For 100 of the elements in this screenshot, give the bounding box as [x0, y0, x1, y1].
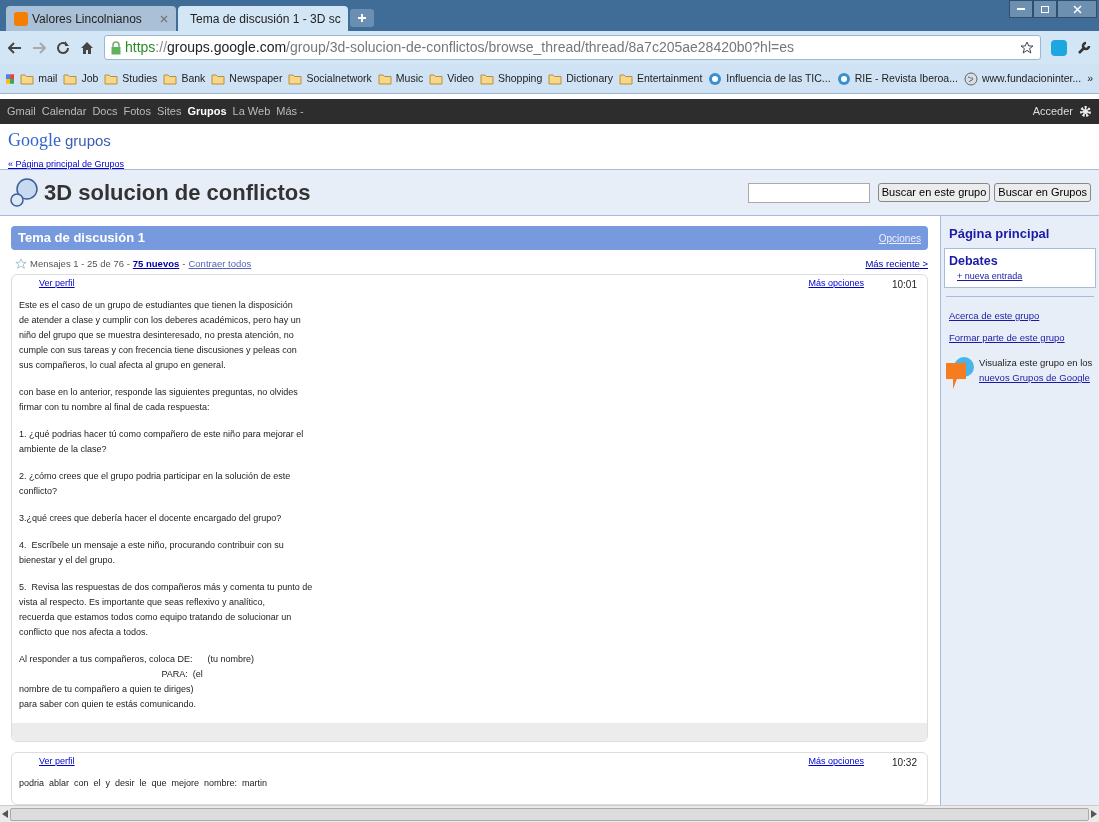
google-bar-link[interactable]: Docs: [92, 103, 118, 120]
search-button[interactable]: Buscar en este grupo: [877, 183, 991, 202]
folder-icon: [20, 72, 35, 85]
product-name: grupos: [65, 131, 111, 151]
google-bar-link[interactable]: La Web: [232, 103, 271, 120]
bookmark-item[interactable]: Influencia de las TIC...: [708, 70, 831, 87]
browser-tab[interactable]: Valores Lincolnianos: [6, 6, 176, 31]
new-groups-link[interactable]: nuevos Grupos de Google: [979, 370, 1093, 386]
plus-icon: [357, 13, 367, 23]
home-icon[interactable]: [80, 40, 94, 55]
bookmark-item[interactable]: Video: [429, 70, 474, 87]
google-bar-link[interactable]: Grupos: [187, 103, 227, 120]
folder-icon: [479, 72, 494, 85]
bookmark-item[interactable]: RIE - Revista Iberoa...: [836, 70, 958, 87]
message-paragraph: 4. Escríbele un mensaje a este niño, procurando contribuir con su bienestar y el del grupo.: [19, 539, 285, 567]
address-bar[interactable]: https://groups.google.com/group/3d-solucion-de-conflictos/browse_thread/thread/8a7c205ae28420b0?hl=es: [104, 35, 1041, 60]
sidebar-link[interactable]: Acerca de este grupo: [944, 308, 1096, 323]
star-icon[interactable]: [1020, 40, 1034, 55]
folder-icon: [211, 72, 226, 85]
new-tab-button[interactable]: [350, 9, 374, 27]
message-paragraph: podria ablar con el y desir le que mejore nombre: martin: [19, 777, 269, 790]
new-post-link[interactable]: + nueva entrada: [949, 270, 1091, 284]
folder-icon: [288, 72, 303, 85]
thread-title: Tema de discusión 1: [18, 229, 145, 248]
blogger-icon: [14, 11, 28, 26]
sign-in-link[interactable]: Acceder: [1032, 103, 1073, 120]
group-title: 3D solucion de conflictos: [44, 179, 311, 207]
google-bar-link[interactable]: Gmail: [7, 103, 36, 120]
globe-icon: [963, 71, 978, 86]
folder-icon: [618, 72, 633, 85]
tab-title: Valores Lincolnianos: [32, 10, 143, 28]
view-profile-link[interactable]: Ver perfil: [39, 755, 75, 769]
apps-icon[interactable]: [6, 71, 15, 86]
message-time: 10:32: [891, 755, 917, 770]
url-text: https://groups.google.com/group/3d-solucion-de-conflictos/browse_thread/thread/8a7c205ae28420b0?hl=es: [125, 38, 795, 57]
bookmark-item[interactable]: mail: [20, 70, 58, 87]
more-options-link[interactable]: Más opciones: [808, 755, 864, 769]
message-paragraph: 5. Revisa las respuestas de dos compañeros más y comenta tu punto de vista al respecto. Es importante que seas reflexivo y analítico, recuerda que estamos todos como equipo tratando de solucionar un conflicto que nos afecta a todos.: [19, 581, 314, 639]
bookmark-item[interactable]: Entertainment: [618, 70, 703, 87]
folder-icon: [548, 72, 563, 85]
bookmark-item[interactable]: Music: [377, 70, 424, 87]
message-paragraph: 2. ¿cómo crees que el grupo podria participar en la solución de este conflicto?: [19, 470, 292, 498]
search-field[interactable]: [747, 182, 870, 203]
message-paragraph: 3.¿qué crees que debería hacer el docente encargado del grupo?: [19, 512, 283, 525]
bookmark-item[interactable]: www.fundacioninter...: [963, 70, 1082, 87]
browser-tab[interactable]: Tema de discusión 1 - 3D sc: [178, 6, 348, 31]
bookmark-item[interactable]: Dictionary: [548, 70, 613, 87]
site-icon: [708, 71, 723, 86]
wrench-icon[interactable]: [1077, 40, 1091, 55]
search-button[interactable]: Buscar en Grupos: [994, 183, 1091, 202]
tab-title: Tema de discusión 1 - 3D sc: [190, 10, 341, 28]
padlock-icon: [111, 40, 121, 55]
overflow-chevron[interactable]: »: [1087, 70, 1093, 87]
bookmark-item[interactable]: Socialnetwork: [288, 70, 372, 87]
folder-icon: [63, 72, 78, 85]
bookmark-item[interactable]: Job: [63, 70, 99, 87]
message-time: 10:01: [891, 277, 917, 292]
star-outline-icon[interactable]: [15, 258, 27, 270]
sidebar-link[interactable]: Formar parte de este grupo: [944, 331, 1096, 346]
separator-text: -: [182, 256, 186, 271]
collapse-all-link[interactable]: Contraer todos: [188, 256, 252, 272]
view-profile-link[interactable]: Ver perfil: [39, 277, 75, 291]
reload-icon[interactable]: [56, 40, 70, 55]
question-bubbles-icon: [8, 176, 40, 209]
scroll-left-arrow-icon[interactable]: [2, 810, 8, 818]
message-paragraph: Al responder a tus compañeros, coloca DE: (tu nombre) PARA: (el nombre de tu compañero a quien te diriges) para saber con quien te estás comunicando.: [19, 653, 256, 711]
site-icon: [836, 71, 851, 86]
message-paragraph: Este es el caso de un grupo de estudiantes que tienen la disposición de atender a clase y cumplir con los deberes académicos, pero hay un niño del grupo que se muestra desinteresado, no presta atención, no cumple con sus tareas y con frecencia tiene discusiones y peleas con sus compañeros, lo cual afecta al grupo en general.: [19, 299, 302, 372]
home-heading[interactable]: Página principal: [944, 224, 1096, 244]
horizontal-scrollbar[interactable]: [0, 805, 1099, 822]
minimize-button[interactable]: [1009, 0, 1033, 18]
back-link[interactable]: « Página principal de Grupos: [8, 159, 125, 169]
google-bar-link[interactable]: Más -: [276, 103, 304, 120]
close-window-button[interactable]: [1057, 0, 1097, 18]
debates-heading[interactable]: Debates: [949, 251, 1091, 271]
google-bar-link[interactable]: Calendar: [41, 103, 87, 120]
restore-button[interactable]: [1033, 0, 1057, 18]
google-bar-link[interactable]: Sites: [156, 103, 182, 120]
google-logo: Google: [8, 129, 61, 152]
new-messages-link[interactable]: 75 nuevos: [132, 256, 180, 272]
scrollbar-thumb[interactable]: [10, 807, 1089, 821]
scroll-right-arrow-icon[interactable]: [1091, 810, 1097, 818]
close-icon: [1072, 4, 1082, 14]
message-paragraph: 1. ¿qué podrias hacer tú como compañero de este niño para mejorar el ambiente de la clase?: [19, 428, 305, 456]
bookmark-item[interactable]: Studies: [104, 70, 158, 87]
bookmark-item[interactable]: Newspaper: [211, 70, 283, 87]
message-paragraph: con base en lo anterior, responde las siguientes preguntas, no olvides firmar con tu nombre al final de cada respuesta:: [19, 386, 299, 414]
google-bar-link[interactable]: Fotos: [123, 103, 151, 120]
more-options-link[interactable]: Más opciones: [808, 277, 864, 291]
promo-text: Visualiza este grupo en los: [979, 356, 1093, 371]
back-arrow-icon[interactable]: [8, 41, 22, 54]
folder-icon: [163, 72, 178, 85]
folder-icon: [104, 72, 119, 85]
newer-link[interactable]: Más reciente >: [865, 256, 928, 272]
bookmark-item[interactable]: Shopping: [479, 70, 543, 87]
message-count: Mensajes 1 - 25 de 76 -: [30, 256, 130, 271]
settings-icon[interactable]: [1079, 105, 1092, 118]
folder-icon: [377, 72, 392, 85]
bookmark-item[interactable]: Bank: [163, 70, 206, 87]
folder-icon: [429, 72, 444, 85]
